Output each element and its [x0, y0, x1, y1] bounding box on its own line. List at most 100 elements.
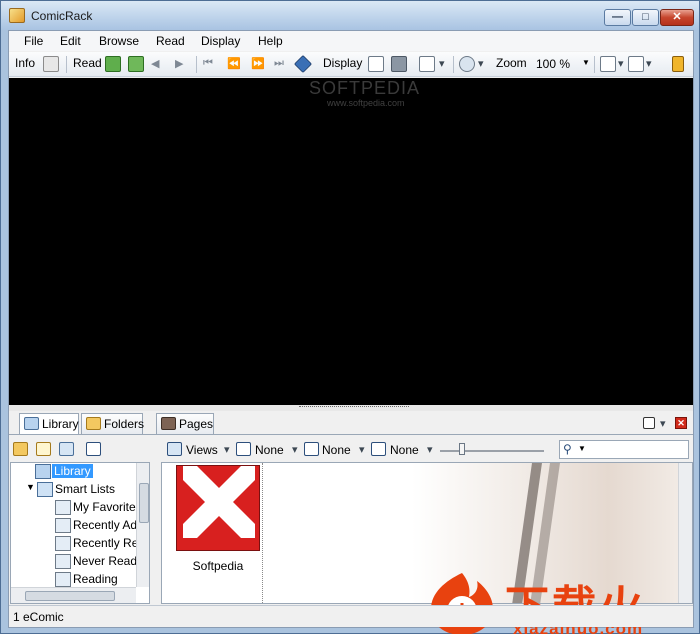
chevron-down-icon: ▼ [578, 444, 586, 453]
fullscreen-icon[interactable] [391, 56, 407, 72]
slider-knob[interactable] [459, 443, 465, 455]
cover-x-graphic [183, 466, 255, 538]
tab-pages[interactable]: Pages [156, 413, 214, 434]
smart-list-icon [55, 536, 71, 551]
client-area: File Edit Browse Read Display Help Info … [8, 30, 694, 634]
new-folder-icon[interactable] [13, 442, 28, 456]
close-icon: ✕ [672, 11, 682, 23]
read-button[interactable]: Read [73, 56, 102, 73]
browser-panel: Library Folders Pages ▾ ✕ Library ▼ Smar… [9, 411, 693, 634]
new-smart-list-icon[interactable] [59, 442, 74, 456]
menu-edit[interactable]: Edit [60, 34, 81, 48]
folder-icon [86, 417, 101, 430]
menu-display[interactable]: Display [201, 34, 240, 48]
smart-list-icon [55, 518, 71, 533]
tab-library[interactable]: Library [19, 413, 79, 435]
next-page-icon[interactable]: ⏩ [251, 57, 265, 70]
stack-dropdown[interactable]: ▾ [359, 443, 365, 456]
stack-button[interactable]: None [322, 443, 351, 457]
zoom-select[interactable]: 100 % ▼ [534, 55, 592, 73]
group-button[interactable]: None [255, 443, 284, 457]
toolbar-separator [196, 56, 197, 73]
menu-file[interactable]: File [24, 34, 43, 48]
minimize-button[interactable]: — [604, 9, 631, 26]
sort-dropdown[interactable]: ▾ [427, 443, 433, 456]
library-tree[interactable]: Library ▼ Smart Lists My Favorite Recent… [10, 462, 150, 604]
info-panel-icon[interactable] [43, 56, 59, 72]
sort-button[interactable]: None [390, 443, 419, 457]
open-book-icon[interactable] [105, 56, 121, 72]
tree-item-label: Never Read [73, 554, 138, 568]
search-input[interactable]: ⚲ ▼ [559, 440, 689, 459]
close-button[interactable]: ✕ [660, 9, 694, 26]
toggle-preview-icon[interactable] [86, 442, 101, 456]
comicrack-app-icon [9, 8, 25, 23]
page-list-icon[interactable] [628, 56, 644, 72]
tab-label: Folders [104, 417, 145, 431]
expand-arrow-icon[interactable]: ▼ [26, 482, 35, 492]
views-dropdown[interactable]: ▾ [224, 443, 230, 456]
panel-layout-dropdown[interactable]: ▾ [660, 417, 666, 430]
tree-item-label: Smart Lists [55, 482, 116, 496]
last-page-icon[interactable]: ⏭ [274, 57, 284, 70]
back-arrow-icon[interactable]: ◀ [151, 57, 159, 70]
window-title: ComicRack [31, 9, 93, 23]
fit-width-icon[interactable] [419, 56, 435, 72]
tree-item-label: Library [52, 464, 93, 478]
next-book-icon[interactable] [128, 56, 144, 72]
title-bar[interactable]: ComicRack — □ ✕ [1, 1, 699, 30]
watermark-text: SOFTPEDIA [309, 78, 421, 98]
tab-baseline [9, 434, 693, 435]
group-dropdown[interactable]: ▾ [292, 443, 298, 456]
first-page-icon[interactable]: ⏮ [203, 57, 213, 70]
comic-cover-thumbnail[interactable] [176, 465, 260, 551]
smart-list-icon [55, 500, 71, 515]
thumbnail-size-slider[interactable] [440, 450, 544, 452]
close-panel-icon[interactable]: ✕ [675, 417, 687, 429]
magnifier-icon[interactable] [459, 56, 475, 72]
maximize-button[interactable]: □ [632, 9, 659, 26]
two-page-icon[interactable] [368, 56, 384, 72]
fit-mode-dropdown[interactable]: ▾ [439, 57, 445, 70]
comic-title[interactable]: Softpedia [176, 559, 260, 573]
scroll-thumb[interactable] [25, 591, 115, 601]
info-button[interactable]: Info [15, 56, 35, 73]
views-button[interactable]: Views [186, 443, 218, 457]
panel-layout-icon[interactable] [643, 417, 655, 429]
menu-read[interactable]: Read [156, 34, 185, 48]
group-icon[interactable] [236, 442, 251, 456]
previous-page-icon[interactable]: ⏪ [227, 57, 241, 70]
list-toolbar: Views ▾ None ▾ None ▾ None ▾ ⚲ ▼ [159, 437, 693, 461]
forward-arrow-icon[interactable]: ▶ [175, 57, 183, 70]
lock-icon[interactable] [672, 56, 684, 72]
sort-icon[interactable] [371, 442, 386, 456]
folder-icon [37, 482, 53, 497]
new-list-icon[interactable] [36, 442, 51, 456]
minimize-icon: — [612, 11, 623, 23]
toolbar-separator [594, 56, 595, 73]
status-text: 1 eComic [13, 610, 64, 624]
layout-dropdown[interactable]: ▾ [618, 57, 624, 70]
menu-help[interactable]: Help [258, 34, 283, 48]
smart-list-icon [55, 572, 71, 587]
splitter-grip [299, 406, 409, 409]
tab-folders[interactable]: Folders [81, 413, 145, 434]
views-icon[interactable] [167, 442, 182, 456]
tree-vertical-scrollbar[interactable] [136, 463, 149, 587]
menu-browse[interactable]: Browse [99, 34, 139, 48]
toolbar-separator [453, 56, 454, 73]
scroll-thumb[interactable] [139, 483, 149, 523]
layout-icon[interactable] [600, 56, 616, 72]
goto-page-icon[interactable] [293, 54, 313, 74]
maximize-icon: □ [642, 11, 649, 23]
menu-bar: File Edit Browse Read Display Help [9, 31, 693, 51]
comic-viewer[interactable]: SOFTPEDIA www.softpedia.com [9, 78, 693, 405]
zoom-value: 100 % [536, 57, 571, 71]
page-list-dropdown[interactable]: ▾ [646, 57, 652, 70]
stack-icon[interactable] [304, 442, 319, 456]
library-icon [35, 464, 51, 479]
display-button[interactable]: Display [323, 56, 362, 73]
tree-horizontal-scrollbar[interactable] [11, 587, 136, 603]
zoom-label: Zoom [496, 56, 527, 70]
magnifier-dropdown[interactable]: ▾ [478, 57, 484, 70]
